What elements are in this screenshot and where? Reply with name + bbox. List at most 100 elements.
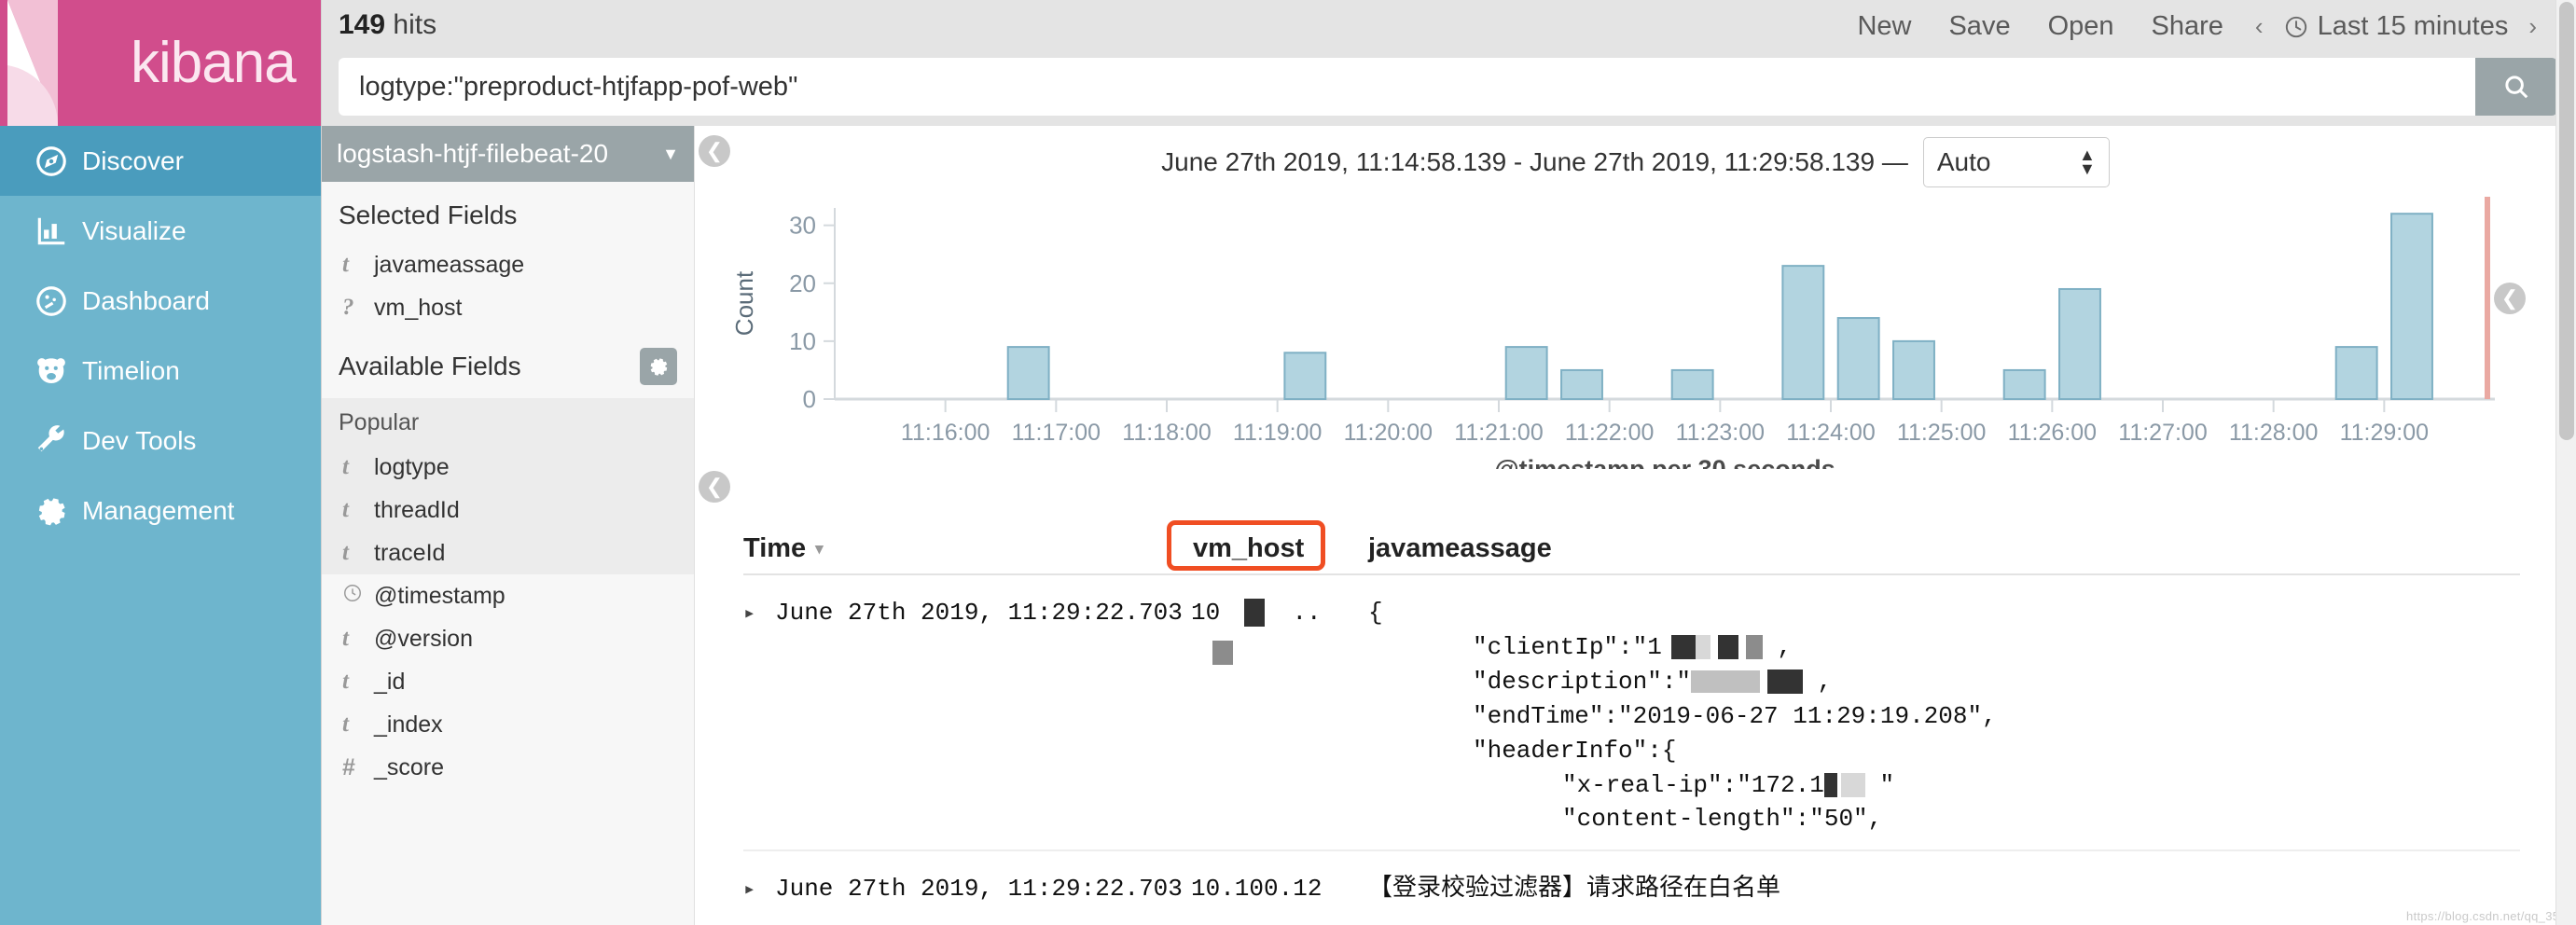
field-vm_host[interactable]: ? vm_host bbox=[322, 286, 694, 329]
field-type-string-icon: t bbox=[342, 626, 349, 651]
field-name: traceId bbox=[374, 539, 446, 566]
field-id[interactable]: t _id bbox=[322, 660, 694, 703]
selected-fields-title: Selected Fields bbox=[339, 200, 518, 229]
svg-text:11:29:00: 11:29:00 bbox=[2340, 420, 2429, 446]
field-name: @timestamp bbox=[374, 582, 506, 609]
sidebar: kibana Discover Visualize Dashboard Time bbox=[0, 0, 321, 925]
chevron-left-icon-right[interactable]: ❮ bbox=[2494, 283, 2526, 314]
field-settings-button[interactable] bbox=[640, 348, 677, 385]
time-prev-button[interactable]: ‹ bbox=[2242, 8, 2277, 45]
time-next-button[interactable]: › bbox=[2515, 8, 2550, 45]
share-button[interactable]: Share bbox=[2133, 7, 2242, 46]
field-type-string-icon: t bbox=[342, 711, 349, 737]
field-name: _id bbox=[374, 668, 406, 695]
cell-time: June 27th 2019, 11:29:22.703 bbox=[775, 599, 1183, 627]
sort-caret-icon: ▾ bbox=[815, 539, 824, 558]
cell-vm-host: 10 .. bbox=[1191, 596, 1368, 836]
svg-text:11:22:00: 11:22:00 bbox=[1565, 420, 1654, 446]
field-name: @version bbox=[374, 625, 473, 652]
svg-text:0: 0 bbox=[803, 385, 816, 413]
field-name: vm_host bbox=[374, 294, 463, 321]
query-bar bbox=[339, 58, 2557, 116]
brand-name: kibana bbox=[131, 30, 297, 95]
top-toolbar: 149 hits New Save Open Share ‹ Last 15 m… bbox=[321, 0, 2576, 126]
sidebar-item-visualize[interactable]: Visualize bbox=[0, 196, 321, 266]
histogram-chart[interactable]: 0 10 20 30 Count 11:16:00 11:17:00 11:18:00 11:1… bbox=[695, 189, 2576, 469]
svg-text:11:17:00: 11:17:00 bbox=[1012, 420, 1101, 446]
svg-text:10: 10 bbox=[789, 327, 816, 355]
svg-text:30: 30 bbox=[789, 212, 816, 240]
field-index[interactable]: t _index bbox=[322, 703, 694, 746]
open-button[interactable]: Open bbox=[2029, 7, 2133, 46]
field-traceId[interactable]: t traceId bbox=[322, 532, 694, 574]
column-header-time[interactable]: Time ▾ bbox=[743, 533, 1191, 573]
svg-text:11:27:00: 11:27:00 bbox=[2118, 420, 2207, 446]
chart-header: ❮ June 27th 2019, 11:14:58.139 - June 27… bbox=[695, 126, 2576, 189]
time-picker-label: Last 15 minutes bbox=[2317, 11, 2509, 41]
sidebar-item-label: Dev Tools bbox=[82, 425, 197, 455]
sidebar-item-dashboard[interactable]: Dashboard bbox=[0, 266, 321, 336]
json-line: "clientIp":"1 , bbox=[1473, 632, 1793, 661]
sidebar-item-label: Discover bbox=[82, 145, 184, 175]
hits-counter: 149 hits bbox=[339, 9, 436, 41]
index-pattern-selector[interactable]: logstash-htjf-filebeat-20 ▼ bbox=[322, 126, 694, 182]
field-javameassage[interactable]: t javameassage bbox=[322, 243, 694, 286]
field-threadId[interactable]: t threadId bbox=[322, 489, 694, 532]
interval-select[interactable]: Auto ▲ ▼ bbox=[1922, 137, 2110, 187]
cell-vm-host-suffix: .. bbox=[1292, 599, 1322, 627]
spinner-icon: ▲ ▼ bbox=[2079, 145, 2096, 178]
discover-content: ❮ June 27th 2019, 11:14:58.139 - June 27… bbox=[695, 126, 2576, 925]
column-header-javameassage[interactable]: javameassage bbox=[1368, 533, 2520, 573]
scrollbar-thumb[interactable] bbox=[2559, 2, 2574, 440]
hits-count: 149 bbox=[339, 9, 386, 40]
svg-text:11:18:00: 11:18:00 bbox=[1122, 420, 1211, 446]
table-row[interactable]: ▸ June 27th 2019, 11:29:22.703 10 .. {"… bbox=[743, 575, 2520, 836]
clock-icon bbox=[342, 583, 374, 610]
field-type-string-icon: t bbox=[342, 252, 349, 277]
svg-text:11:20:00: 11:20:00 bbox=[1344, 420, 1433, 446]
sidebar-item-dev-tools[interactable]: Dev Tools bbox=[0, 406, 321, 476]
sidebar-item-label: Dashboard bbox=[82, 285, 210, 315]
svg-text:11:16:00: 11:16:00 bbox=[901, 420, 990, 446]
table-row[interactable]: ▸ June 27th 2019, 11:29:22.703 10.100.12… bbox=[743, 849, 2520, 906]
search-input[interactable] bbox=[339, 58, 2475, 116]
new-button[interactable]: New bbox=[1838, 7, 1930, 46]
expand-row-caret-icon[interactable]: ▸ bbox=[743, 596, 775, 836]
available-fields-title: Available Fields bbox=[339, 352, 521, 380]
field-type-string-icon: t bbox=[342, 669, 349, 694]
svg-text:11:21:00: 11:21:00 bbox=[1454, 420, 1543, 446]
chevron-down-icon: ▼ bbox=[662, 144, 679, 163]
field-score[interactable]: # _score bbox=[322, 746, 694, 789]
expand-row-caret-icon[interactable]: ▸ bbox=[743, 872, 775, 906]
field-logtype[interactable]: t logtype bbox=[322, 446, 694, 489]
column-header-vm-host[interactable]: vm_host bbox=[1167, 520, 1368, 573]
cell-javameassage: { "clientIp":"1 , "description":" , "end… bbox=[1368, 596, 2520, 836]
bar-chart-icon bbox=[21, 214, 82, 249]
sidebar-item-management[interactable]: Management bbox=[0, 476, 321, 545]
histogram-svg: 0 10 20 30 Count 11:16:00 11:17:00 11:18:00 11:1… bbox=[730, 197, 2495, 469]
json-line: "headerInfo":{ bbox=[1473, 736, 1677, 765]
page-scrollbar[interactable] bbox=[2555, 0, 2576, 925]
field-timestamp[interactable]: @timestamp bbox=[322, 574, 694, 617]
field-version[interactable]: t @version bbox=[322, 617, 694, 660]
compass-icon bbox=[21, 144, 82, 179]
hits-label: hits bbox=[393, 9, 437, 40]
search-button[interactable] bbox=[2475, 58, 2557, 116]
json-open-brace: { bbox=[1368, 599, 1383, 627]
chevron-up-icon[interactable]: ❮ bbox=[699, 471, 730, 503]
cell-time: June 27th 2019, 11:29:22.703 bbox=[775, 875, 1183, 904]
time-range-label: June 27th 2019, 11:14:58.139 - June 27th… bbox=[1161, 147, 1908, 176]
time-picker-button[interactable]: Last 15 minutes bbox=[2277, 7, 2516, 46]
chart-footer: ❮ bbox=[695, 469, 2576, 510]
column-header-time-label: Time bbox=[743, 533, 807, 563]
field-name: _score bbox=[374, 753, 445, 780]
cell-javameassage: 【登录校验过滤器】请求路径在白名单 bbox=[1368, 875, 1781, 904]
field-type-string-icon: t bbox=[342, 497, 349, 522]
sidebar-item-discover[interactable]: Discover bbox=[0, 126, 321, 196]
save-button[interactable]: Save bbox=[1930, 7, 2029, 46]
json-line: "x-real-ip":"172.1 " bbox=[1562, 770, 1895, 799]
redaction-block bbox=[1212, 641, 1234, 666]
sidebar-item-timelion[interactable]: Timelion bbox=[0, 336, 321, 406]
cell-vm-host-prefix: 10 bbox=[1191, 599, 1221, 627]
column-header-vm-host-label: vm_host bbox=[1193, 533, 1305, 563]
